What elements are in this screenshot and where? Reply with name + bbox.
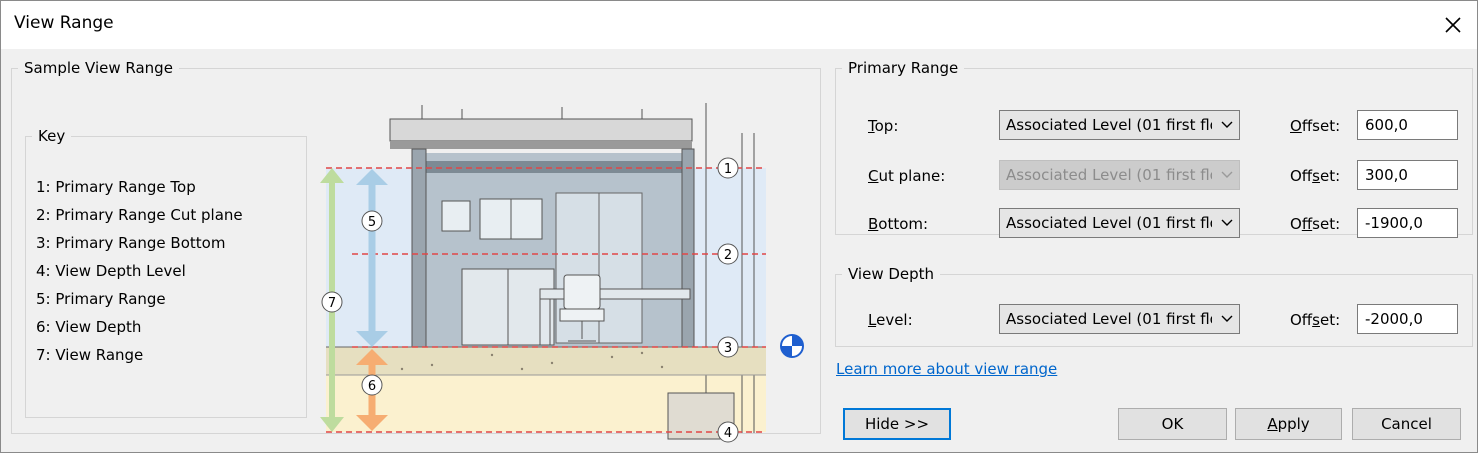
key-item-6: 6: View Depth [36,318,142,336]
svg-text:2: 2 [724,248,732,263]
view-depth-level-select[interactable]: Associated Level (01 first floor) [999,304,1240,334]
learn-more-link[interactable]: Learn more about view range [836,360,1057,378]
svg-text:4: 4 [724,426,732,441]
marker-6: 6 [361,374,383,396]
hide-button[interactable]: Hide >> [843,408,951,440]
svg-text:5: 5 [368,215,376,230]
close-button[interactable] [1429,1,1477,49]
chevron-down-icon [1221,171,1233,178]
marker-2: 2 [717,243,739,265]
title-bar: View Range [1,1,1477,49]
svg-text:3: 3 [724,341,732,356]
view-range-diagram: 7 5 6 1 2 3 4 [320,103,804,443]
level-symbol-icon [780,334,804,358]
window-title: View Range [14,13,114,33]
view-depth-offset-label: Offset: [1290,311,1341,329]
top-offset-input[interactable]: 600,0 [1357,110,1458,140]
cancel-button[interactable]: Cancel [1352,408,1461,440]
top-level-select[interactable]: Associated Level (01 first floor) [999,110,1240,140]
view-depth-level-label: Level: [868,311,913,329]
cut-plane-offset-input[interactable]: 300,0 [1357,160,1458,190]
cut-plane-level-select: Associated Level (01 first floor) [999,160,1240,190]
key-list: 1: Primary Range Top 2: Primary Range Cu… [36,173,243,369]
key-legend: Key [38,127,66,145]
chevron-down-icon [1221,219,1233,226]
key-item-4: 4: View Depth Level [36,262,186,280]
bottom-label: Bottom: [868,215,929,233]
view-depth-offset-input[interactable]: -2000,0 [1357,304,1458,334]
top-offset-label: Offset: [1290,117,1341,135]
marker-4: 4 [717,421,739,443]
chevron-down-icon [1221,121,1233,128]
close-icon [1445,17,1461,33]
bottom-offset-input[interactable]: -1900,0 [1357,208,1458,238]
cut-plane-label: Cut plane: [868,167,946,185]
key-item-7: 7: View Range [36,346,144,364]
sample-view-range-legend: Sample View Range [24,59,173,77]
key-group: Key 1: Primary Range Top 2: Primary Rang… [25,127,307,418]
marker-7: 7 [321,291,343,313]
primary-range-group: Primary Range Top: Associated Level (01 … [835,59,1473,238]
bottom-offset-label: Offset: [1290,215,1341,233]
sample-view-range-group: Sample View Range Key 1: Primary Range T… [11,59,821,443]
svg-text:6: 6 [368,379,376,394]
marker-5: 5 [361,210,383,232]
marker-1: 1 [717,157,739,179]
bottom-level-select[interactable]: Associated Level (01 first floor) [999,208,1240,238]
key-item-3: 3: Primary Range Bottom [36,234,226,252]
key-item-5: 5: Primary Range [36,290,166,308]
view-range-dialog: View Range Sample View Range Key 1: Prim… [0,0,1478,453]
view-depth-group: View Depth Level: Associated Level (01 f… [835,265,1473,347]
chevron-down-icon [1221,315,1233,322]
apply-button[interactable]: Apply [1235,408,1342,440]
top-label: Top: [868,117,899,135]
ok-button[interactable]: OK [1118,408,1227,440]
svg-text:7: 7 [328,296,336,311]
primary-range-legend: Primary Range [848,59,959,77]
svg-text:1: 1 [724,162,732,177]
cut-plane-offset-label: Offset: [1290,167,1341,185]
key-item-1: 1: Primary Range Top [36,178,196,196]
key-item-2: 2: Primary Range Cut plane [36,206,243,224]
view-depth-legend: View Depth [848,265,935,283]
marker-3: 3 [717,336,739,358]
